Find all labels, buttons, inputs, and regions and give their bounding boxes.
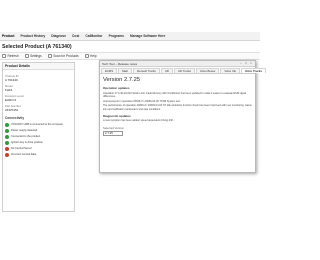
nav-item-product[interactable]: Product	[2, 34, 14, 38]
tab-renault-trucks[interactable]: Renault Trucks	[133, 68, 160, 73]
refresh-button[interactable]: Refresh	[2, 54, 19, 58]
selected-version-label: Selected Version	[103, 125, 124, 130]
tab-volvo-trucks[interactable]: Volvo Trucks	[240, 68, 267, 73]
dialog-title: Tech Tool – Release notes	[102, 61, 138, 66]
status-error-icon	[5, 147, 9, 151]
connectivity-text: Connected to the product	[11, 134, 41, 138]
tab-ud-trucks[interactable]: UD Trucks	[173, 68, 195, 73]
help-button[interactable]: Help	[84, 54, 97, 58]
product-fields: Chassis ID A 761340 Model FH16 Emission …	[3, 70, 74, 112]
status-ok-icon	[5, 129, 9, 133]
tab-volvo-buses[interactable]: Volvo Buses	[195, 68, 220, 73]
release-note-paragraph: A new symptom has been added: speed depe…	[103, 119, 174, 123]
release-note-paragraph: Improvements in operation 23636-3 / 2363…	[103, 99, 181, 103]
help-label: Help	[90, 54, 97, 58]
connectivity-text: Power supply detected	[11, 128, 38, 132]
nav-item-diagnose[interactable]: Diagnose	[51, 34, 66, 38]
nav-item-product-history[interactable]: Product History	[20, 34, 45, 38]
refresh-label: Refresh	[7, 54, 19, 58]
nav-item-programs[interactable]: Programs	[109, 34, 124, 38]
connectivity-item: Incorrect Central Date	[5, 152, 72, 157]
connectivity-text: Ignition key in drive position	[11, 140, 43, 144]
field-value: 23370151	[5, 108, 19, 112]
settings-label: Settings	[30, 54, 42, 58]
version-select[interactable]: 2.7.25	[103, 130, 123, 136]
section-title: Operation updates	[103, 86, 130, 90]
close-icon[interactable]: ×	[249, 61, 253, 66]
release-note-paragraph: Operation 27 A 40-03-023 Strain Limit, F…	[103, 91, 247, 98]
help-icon	[84, 54, 89, 58]
connectivity-item: VOCOM II USB is connected to the compute…	[5, 122, 72, 127]
field-value: EURO 6	[5, 98, 17, 102]
nav-item-cost[interactable]: Cost	[72, 34, 79, 38]
settings-button[interactable]: Settings	[24, 54, 42, 58]
release-notes-dialog: Tech Tool – Release notes – □ × ECMS Mai…	[99, 60, 267, 173]
product-details-panel: Product Details Chassis ID A 761340 Mode…	[2, 62, 75, 212]
nav-item-calmonitor[interactable]: CalMonitor	[85, 34, 102, 38]
field-value: A 761340	[5, 78, 18, 82]
connectivity-text: VOCOM II USB is connected to the compute…	[11, 122, 64, 126]
field-value: FH16	[5, 88, 13, 92]
connectivity-text: Incorrect Central Date	[11, 152, 37, 156]
refresh-icon	[2, 54, 6, 58]
status-ok-icon	[5, 141, 9, 145]
window-controls: – □ ×	[238, 61, 253, 66]
status-ok-icon	[5, 123, 9, 127]
main-nav: Product Product History Diagnose Cost Ca…	[0, 32, 260, 41]
page-title: Selected Product (A 761340)	[2, 44, 72, 50]
tab-main[interactable]: Main	[118, 68, 133, 73]
minimize-icon[interactable]: –	[239, 61, 243, 66]
scan-products-button[interactable]: Scan for Products	[47, 54, 79, 58]
scan-products-label: Scan for Products	[53, 54, 79, 58]
tab-volvo-ce[interactable]: Volvo CE	[220, 68, 240, 73]
connectivity-item: Power supply detected	[5, 128, 72, 133]
nav-item-manage-software[interactable]: Manage Software Here	[130, 34, 165, 38]
scan-icon	[47, 54, 52, 58]
release-note-paragraph: The performance of operation 20606-3 / 2…	[103, 104, 252, 111]
product-details-header: Product Details	[3, 63, 74, 70]
connectivity-list: VOCOM II USB is connected to the compute…	[3, 120, 74, 158]
toolbar: Refresh Settings Scan for Products Help	[0, 52, 260, 60]
connectivity-text: No Central Server	[11, 146, 32, 150]
dialog-body: Version 2.7.25 Operation updates Operati…	[100, 74, 255, 138]
version-heading: Version 2.7.25	[103, 77, 141, 83]
dialog-titlebar[interactable]: Tech Tool – Release notes – □ ×	[100, 61, 255, 67]
tab-ecms[interactable]: ECMS	[101, 68, 118, 73]
maximize-icon[interactable]: □	[244, 61, 248, 66]
connectivity-item: No Central Server	[5, 146, 72, 151]
status-ok-icon	[5, 135, 9, 139]
section-title: Diagnostic updates	[103, 113, 131, 118]
gear-icon	[24, 54, 29, 58]
tab-ud[interactable]: UD	[160, 68, 173, 73]
connectivity-item: Connected to the product	[5, 134, 72, 139]
connectivity-item: Ignition key in drive position	[5, 140, 72, 145]
status-error-icon	[5, 153, 9, 157]
